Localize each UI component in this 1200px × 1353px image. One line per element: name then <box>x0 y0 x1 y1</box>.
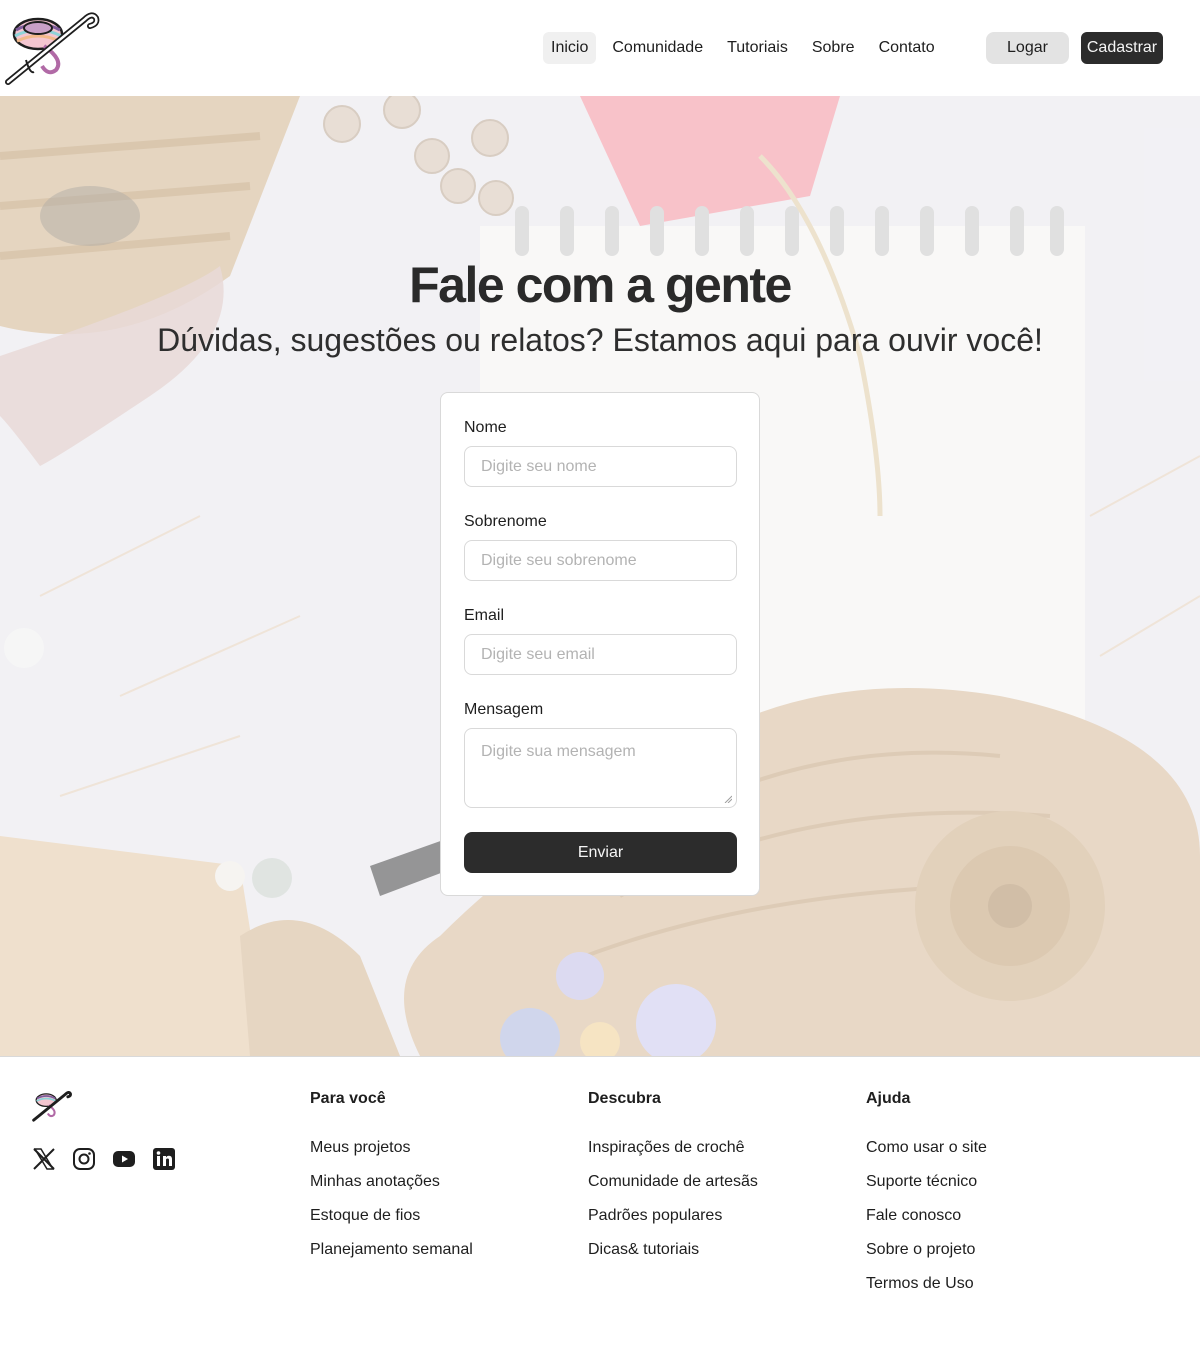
x-icon[interactable] <box>32 1147 56 1171</box>
signup-button[interactable]: Cadastrar <box>1081 32 1163 64</box>
contact-form: Nome Digite seu nome Sobrenome Digite se… <box>440 392 760 896</box>
footer-column-title: Para você <box>310 1090 386 1107</box>
footer-column-ajuda: Ajuda Como usar o site Suporte técnico F… <box>866 1090 987 1309</box>
site-footer: Para você Meus projetos Minhas anotações… <box>0 1056 1200 1353</box>
footer-link[interactable]: Padrões populares <box>588 1207 758 1225</box>
message-textarea[interactable]: Digite sua mensagem <box>464 728 737 808</box>
first-name-placeholder: Digite seu nome <box>481 457 597 475</box>
footer-column-title: Ajuda <box>866 1090 911 1107</box>
submit-button[interactable]: Enviar <box>464 832 737 873</box>
footer-link[interactable]: Inspirações de crochê <box>588 1139 758 1157</box>
last-name-input[interactable]: Digite seu sobrenome <box>464 540 737 581</box>
last-name-placeholder: Digite seu sobrenome <box>481 551 637 569</box>
email-input[interactable]: Digite seu email <box>464 634 737 675</box>
last-name-label: Sobrenome <box>464 513 547 530</box>
footer-link[interactable]: Sobre o projeto <box>866 1241 987 1259</box>
email-placeholder: Digite seu email <box>481 645 595 663</box>
login-button[interactable]: Logar <box>986 32 1069 64</box>
site-header: Inicio Comunidade Tutoriais Sobre Contat… <box>0 0 1200 96</box>
nav-item-sobre[interactable]: Sobre <box>804 32 863 64</box>
footer-link[interactable]: Como usar o site <box>866 1139 987 1157</box>
footer-column-title: Descubra <box>588 1090 661 1107</box>
page-subtitle: Dúvidas, sugestões ou relatos? Estamos a… <box>157 322 1043 358</box>
nav-item-contato[interactable]: Contato <box>871 32 943 64</box>
nav-item-tutoriais[interactable]: Tutoriais <box>719 32 796 64</box>
footer-link[interactable]: Meus projetos <box>310 1139 473 1157</box>
message-label: Mensagem <box>464 701 544 718</box>
footer-link[interactable]: Minhas anotações <box>310 1173 473 1191</box>
page-title: Fale com a gente <box>409 257 792 313</box>
footer-column-descubra: Descubra Inspirações de crochê Comunidad… <box>588 1090 758 1275</box>
footer-link[interactable]: Dicas& tutoriais <box>588 1241 758 1259</box>
footer-link[interactable]: Fale conosco <box>866 1207 987 1225</box>
email-label: Email <box>464 607 505 624</box>
nav-item-comunidade[interactable]: Comunidade <box>604 32 711 64</box>
footer-link[interactable]: Comunidade de artesãs <box>588 1173 758 1191</box>
resize-handle-icon[interactable] <box>724 795 732 803</box>
yarn-crochet-hook-logo-icon[interactable] <box>4 10 100 86</box>
footer-column-para-voce: Para você Meus projetos Minhas anotações… <box>310 1090 473 1275</box>
nav-item-inicio[interactable]: Inicio <box>543 32 597 64</box>
footer-link[interactable]: Suporte técnico <box>866 1173 987 1191</box>
footer-link[interactable]: Estoque de fios <box>310 1207 473 1225</box>
first-name-label: Nome <box>464 419 507 436</box>
instagram-icon[interactable] <box>72 1147 96 1171</box>
footer-link[interactable]: Planejamento semanal <box>310 1241 473 1259</box>
footer-link[interactable]: Termos de Uso <box>866 1275 987 1293</box>
social-links <box>32 1147 192 1171</box>
main-nav: Inicio Comunidade Tutoriais Sobre Contat… <box>543 32 951 64</box>
first-name-input[interactable]: Digite seu nome <box>464 446 737 487</box>
message-placeholder: Digite sua mensagem <box>481 743 636 760</box>
youtube-icon[interactable] <box>112 1147 136 1171</box>
linkedin-icon[interactable] <box>152 1147 176 1171</box>
footer-logo-icon[interactable] <box>32 1089 72 1123</box>
